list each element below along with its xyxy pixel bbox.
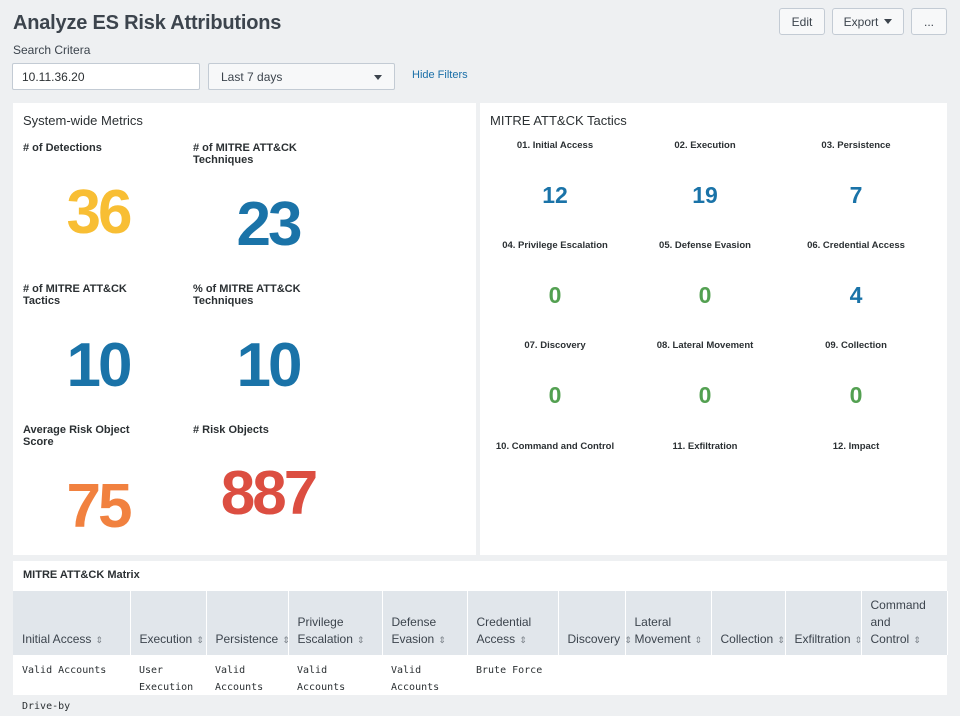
metric-value-detections: 36 [66,178,133,247]
tactic-label: 09. Collection [825,340,887,351]
system-metrics-panel: System-wide Metrics # of Detections 36 #… [13,103,476,555]
sort-icon[interactable]: ⇕ [95,635,103,645]
table-row: Valid Accounts User Execution Valid Accoun… [13,655,947,703]
column-header[interactable]: Lateral Movement ⇕ [625,591,712,655]
tactic-label: 06. Credential Access [807,240,905,251]
caret-down-icon [374,75,382,80]
panel-title: MITRE ATT&CK Matrix [23,569,140,581]
time-range-select[interactable]: Last 7 days [208,63,395,90]
column-header[interactable]: Discovery ⇕ [558,591,632,655]
export-button-label: Export [843,14,879,29]
metric-label: % of MITRE ATT&CK Techniques [193,283,301,307]
tactic-label: 08. Lateral Movement [656,340,754,351]
column-header-label: Defense Evasion [391,615,437,646]
column-header-label: Discovery [567,632,621,646]
table-header-row: Initial Access ⇕ Execution ⇕ Persistence ⇕ Pri… [13,591,948,655]
tactic-value: 4 [849,282,863,308]
sort-icon[interactable]: ⇕ [855,635,863,645]
table-cell[interactable]: Valid Accounts [13,655,130,703]
mitre-tactics-panel: MITRE ATT&CK Tactics 01. Initial Access … [480,103,947,555]
table-cell[interactable] [861,655,947,703]
tactic-value: 12 [542,182,568,208]
table-cell[interactable]: User Execution [130,655,206,703]
metric-label: # of MITRE ATT&CK Tactics [23,283,127,307]
column-header[interactable]: Initial Access ⇕ [13,591,131,655]
tactic-value: 7 [849,182,863,208]
column-header[interactable]: Command and Control ⇕ [861,591,948,655]
sort-icon[interactable]: ⇕ [624,635,632,645]
tactic-label: 04. Privilege Escalation [502,240,608,251]
column-header[interactable]: Privilege Escalation ⇕ [288,591,383,655]
caret-down-icon [884,19,893,24]
tactic-label: 07. Discovery [524,340,586,351]
page-title: Analyze ES Risk Attributions [13,12,282,34]
table-cell[interactable]: Brute Force [467,655,558,703]
mitre-matrix-panel: MITRE ATT&CK Matrix Initial Access ⇕ Execu… [13,561,948,695]
table-cell[interactable] [785,655,861,703]
tactic-label: 10. Command and Control [495,441,615,452]
sort-icon[interactable]: ⇕ [357,635,365,645]
tactic-value: 0 [698,282,712,308]
edit-button[interactable]: Edit [779,8,825,35]
table-cell[interactable] [558,655,625,703]
hide-filters-link[interactable]: Hide Filters [412,69,468,81]
column-header-label: Execution [139,632,193,646]
column-header[interactable]: Collection ⇕ [711,591,786,655]
tactic-label: 12. Impact [832,441,880,452]
column-header[interactable]: Execution ⇕ [130,591,207,655]
column-header-label: Lateral Movement [634,615,691,646]
sort-icon[interactable]: ⇕ [438,635,446,645]
metric-value-techniques: 23 [236,190,303,259]
sort-icon[interactable]: ⇕ [777,635,785,645]
more-actions-label: ... [923,14,934,29]
tactic-label: 02. Execution [674,140,736,151]
column-header-label: Privilege Escalation [297,615,353,646]
tactic-value: 19 [692,182,718,208]
sort-icon[interactable]: ⇕ [695,635,703,645]
metric-label: Average Risk Object Score [23,424,130,448]
search-criteria-label: Search Critera [13,43,91,57]
table-cell[interactable]: Valid Accounts [206,655,288,703]
edit-button-label: Edit [791,14,813,29]
column-header[interactable]: Credential Access ⇕ [467,591,559,655]
table-cell-partial: Drive-by [22,701,71,712]
column-header-label: Initial Access [22,632,92,646]
column-header-label: Collection [720,632,774,646]
tactic-label: 11. Exfiltration [672,441,738,452]
mitre-matrix-table: Initial Access ⇕ Execution ⇕ Persistence ⇕ Pri… [13,591,948,703]
panel-title: System-wide Metrics [23,113,143,128]
column-header-label: Persistence [215,632,279,646]
tactic-value: 0 [849,382,863,408]
sort-icon[interactable]: ⇕ [282,635,290,645]
sort-icon[interactable]: ⇕ [913,635,921,645]
panel-title: MITRE ATT&CK Tactics [490,113,627,128]
metric-value-risk-objects: 887 [220,459,318,528]
sort-icon[interactable]: ⇕ [196,635,204,645]
metric-value-technique-percent: 10 [236,331,303,400]
export-button[interactable]: Export [832,8,904,35]
metric-label: # of Detections [23,142,102,154]
column-header-label: Exfiltration [794,632,851,646]
column-header[interactable]: Defense Evasion ⇕ [382,591,468,655]
tactic-label: 01. Initial Access [516,140,594,151]
tactic-value: 0 [548,282,562,308]
time-range-value: Last 7 days [221,70,283,84]
table-cell[interactable]: Valid Accounts [288,655,382,703]
metric-label: # of MITRE ATT&CK Techniques [193,142,297,166]
column-header[interactable]: Persistence ⇕ [206,591,290,655]
tactic-value: 0 [698,382,712,408]
table-cell[interactable] [711,655,785,703]
more-actions-button[interactable]: ... [911,8,947,35]
metric-label: # Risk Objects [193,424,269,436]
tactic-label: 05. Defense Evasion [659,240,751,251]
tactic-value: 0 [548,382,562,408]
metric-value-risk-score: 75 [66,472,133,541]
sort-icon[interactable]: ⇕ [519,635,527,645]
search-criteria-input[interactable]: 10.11.36.20 [12,63,200,90]
table-cell[interactable]: Valid Accounts [382,655,467,703]
column-header[interactable]: Exfiltration ⇕ [785,591,863,655]
metric-value-tactics: 10 [66,331,133,400]
tactic-label: 03. Persistence [821,140,891,151]
table-cell[interactable] [625,655,711,703]
